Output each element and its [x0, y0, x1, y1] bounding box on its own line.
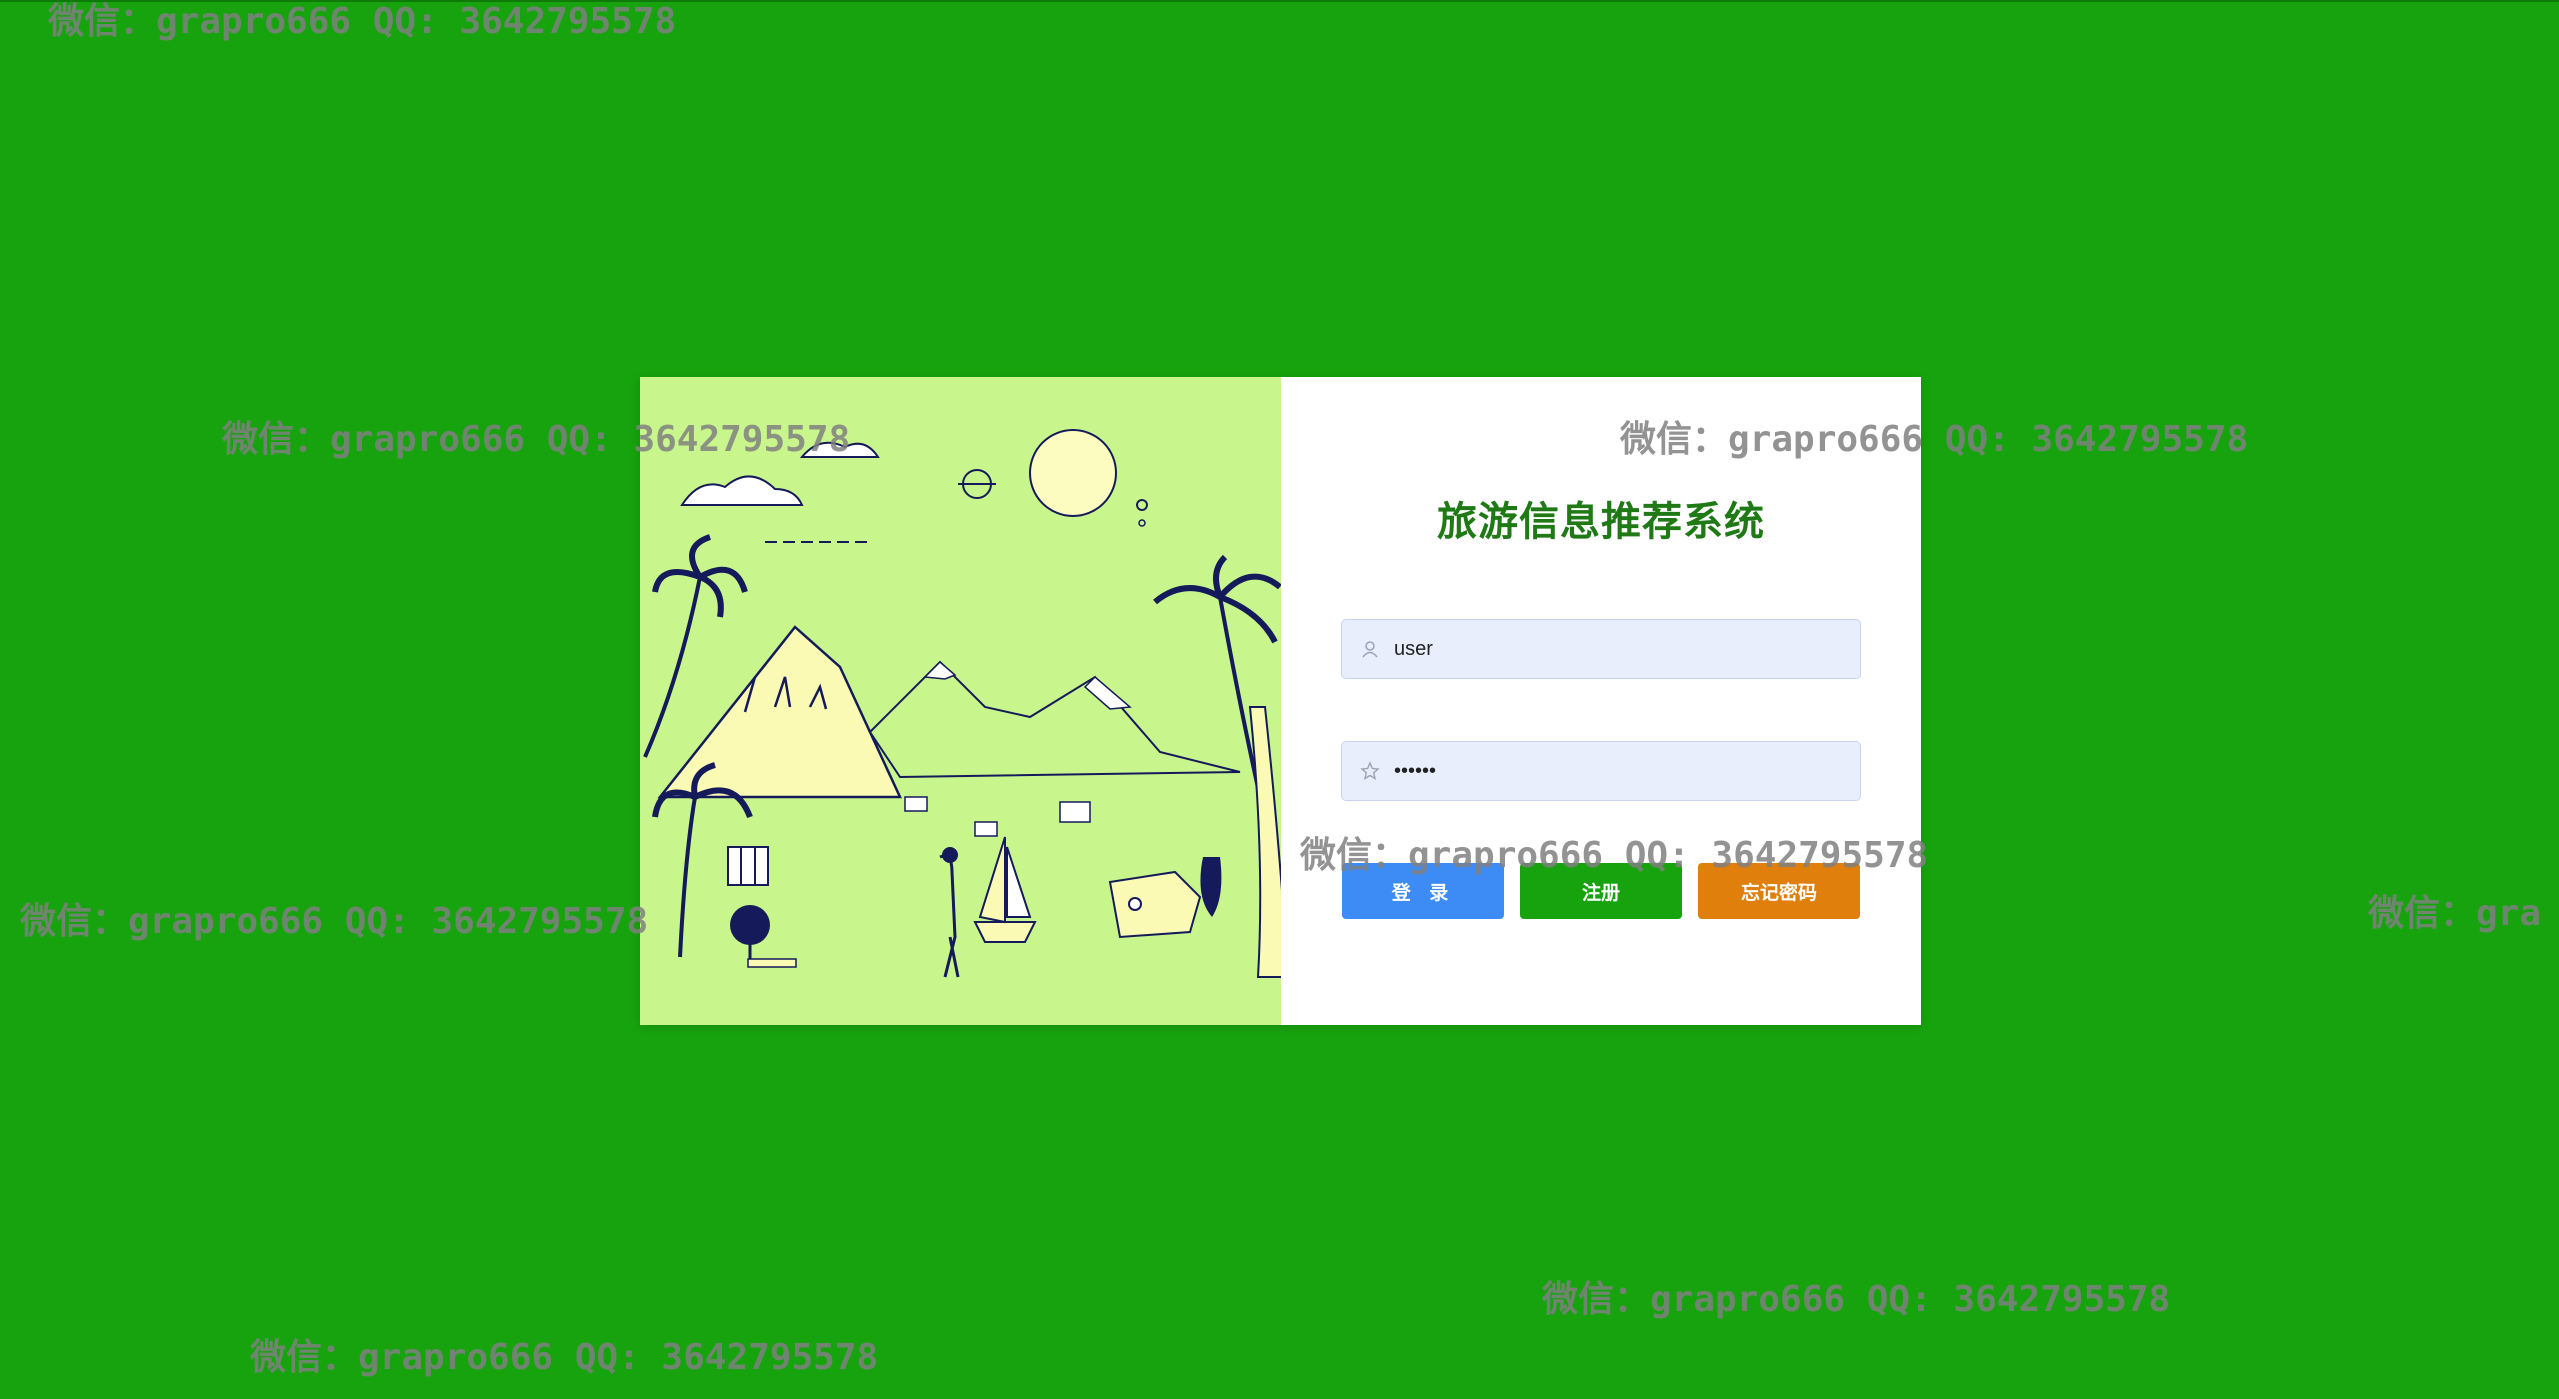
- username-input[interactable]: [1392, 636, 1836, 662]
- watermark-text: 微信：grapro666 QQ: 3642795578: [48, 1, 677, 42]
- login-card: 旅游信息推荐系统 登 录 注册 忘记密码: [640, 377, 1921, 1025]
- forgot-password-button[interactable]: 忘记密码: [1698, 863, 1860, 919]
- user-icon: [1358, 637, 1382, 661]
- password-input[interactable]: [1392, 758, 1836, 784]
- page-title: 旅游信息推荐系统: [1437, 499, 1765, 545]
- top-border: [0, 0, 2559, 2]
- travel-illustration: [640, 377, 1281, 1025]
- watermark-text: 微信：grapro666 QQ: 3642795578: [20, 901, 649, 942]
- username-field[interactable]: [1341, 619, 1861, 679]
- star-icon: [1358, 759, 1382, 783]
- watermark-text: 微信：grapro666 QQ: 3642795578: [1542, 1279, 2171, 1320]
- watermark-text: 微信：gra: [2368, 893, 2542, 934]
- register-button[interactable]: 注册: [1520, 863, 1682, 919]
- login-form-panel: 旅游信息推荐系统 登 录 注册 忘记密码: [1281, 377, 1921, 1025]
- password-field[interactable]: [1341, 741, 1861, 801]
- watermark-text: 微信：grapro666 QQ: 3642795578: [250, 1337, 879, 1378]
- login-button[interactable]: 登 录: [1342, 863, 1504, 919]
